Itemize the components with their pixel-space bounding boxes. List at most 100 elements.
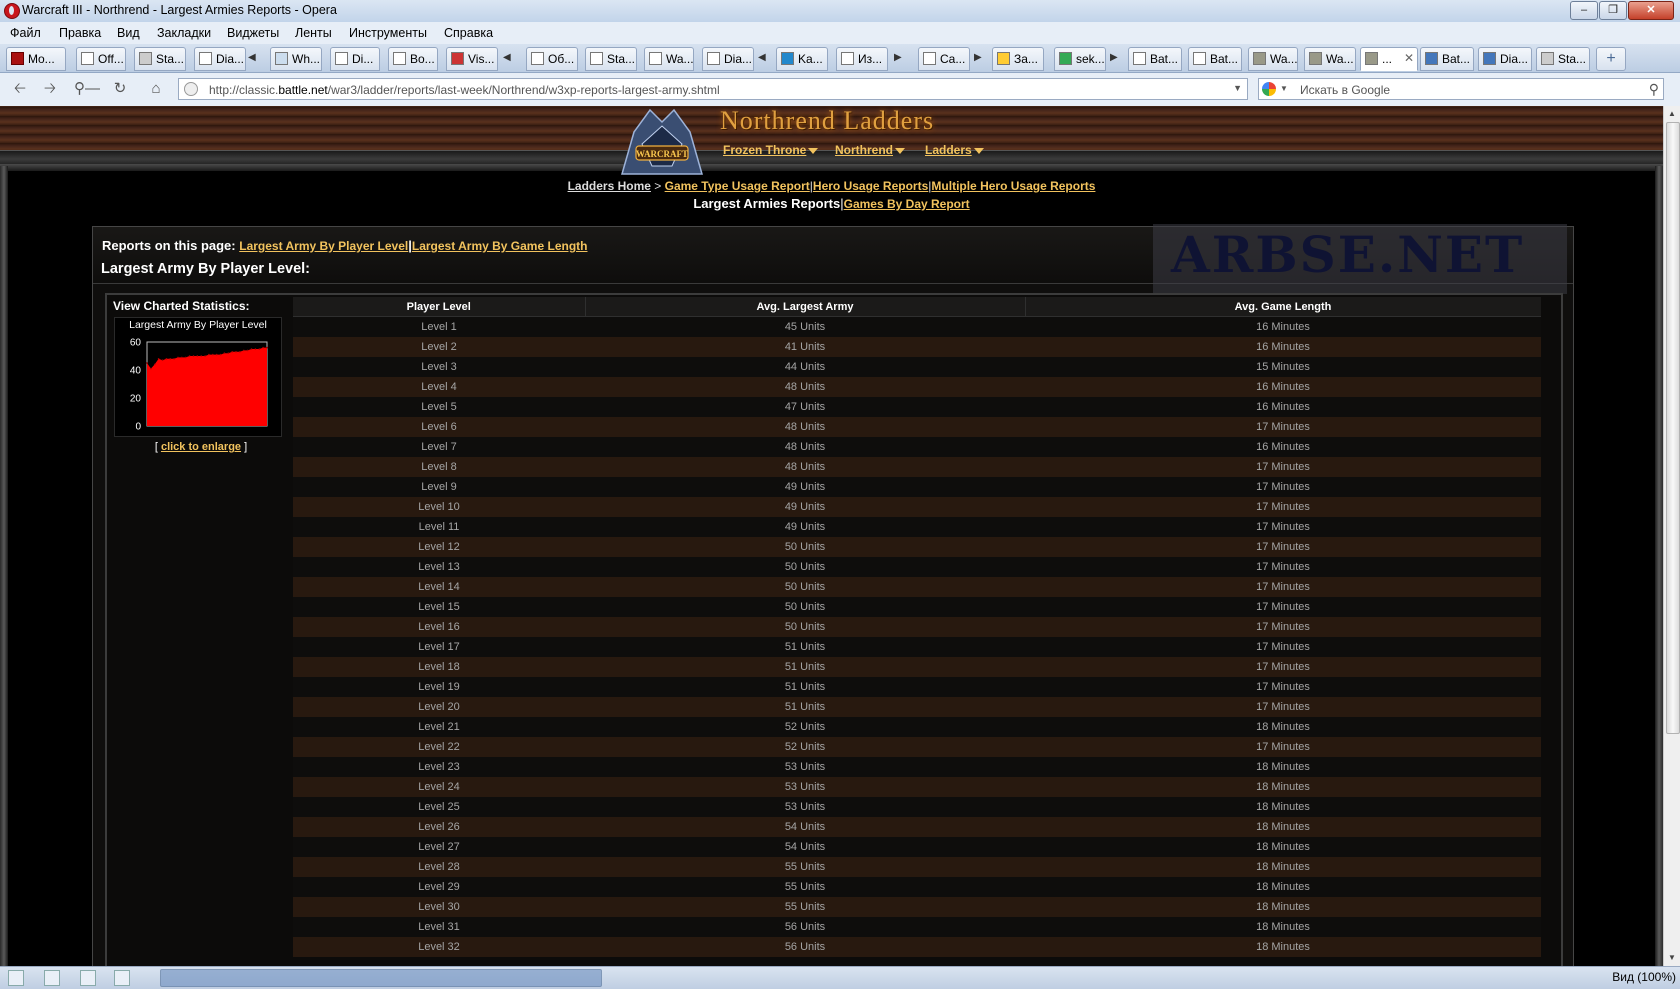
tab[interactable]: Sta... <box>134 47 186 71</box>
chart-point <box>184 356 187 359</box>
cell-avg-game-length: 17 Minutes <box>1025 597 1541 617</box>
cell-avg-largest-army: 48 Units <box>585 417 1025 437</box>
sync-icon[interactable] <box>44 970 60 986</box>
tab[interactable]: Wa... <box>1304 47 1356 71</box>
close-window-button[interactable]: ✕ <box>1628 1 1674 20</box>
link-multiple-hero-usage[interactable]: Multiple Hero Usage Reports <box>931 179 1095 193</box>
scroll-up-icon[interactable]: ▲ <box>1664 106 1680 122</box>
menu-feeds[interactable]: Ленты <box>295 26 332 40</box>
menu-widgets[interactable]: Виджеты <box>227 26 279 40</box>
close-tab-icon[interactable]: ✕ <box>1404 51 1414 65</box>
tab-favicon-icon <box>781 52 794 65</box>
nav-northrend[interactable]: Northrend <box>835 143 905 157</box>
tab-favicon-icon <box>275 52 288 65</box>
tab-scroll-right-icon[interactable]: ▶ <box>894 52 902 63</box>
link-largest-army-by-level[interactable]: Largest Army By Player Level <box>239 239 408 253</box>
chevron-down-icon[interactable]: ▼ <box>1233 83 1242 93</box>
wand-key-icon[interactable]: ⚲― <box>72 78 102 100</box>
tab[interactable]: sek... <box>1054 47 1106 71</box>
minimize-button[interactable]: – <box>1570 1 1598 20</box>
tab[interactable]: Wa... <box>644 47 694 71</box>
cell-player-level: Level 22 <box>293 737 585 757</box>
tab[interactable]: Sta... <box>585 47 637 71</box>
frame-left <box>0 166 8 966</box>
tab[interactable]: Об... <box>526 47 578 71</box>
tab[interactable]: Dia... <box>1478 47 1532 71</box>
cell-avg-game-length: 16 Minutes <box>1025 337 1541 357</box>
home-icon[interactable]: ⌂ <box>144 78 168 100</box>
table-row: Level 14 50 Units 17 Minutes <box>293 577 1541 597</box>
tab[interactable]: Wa... <box>1248 47 1298 71</box>
zoom-level[interactable]: Вид (100%) <box>1612 970 1676 984</box>
click-to-enlarge-link[interactable]: click to enlarge <box>161 441 241 453</box>
page-viewport: WARCRAFT Northrend Ladders Frozen Throne… <box>0 106 1663 966</box>
menu-file[interactable]: Файл <box>10 26 41 40</box>
menu-view[interactable]: Вид <box>117 26 140 40</box>
forward-icon[interactable]: 🡢 <box>38 78 62 100</box>
tab[interactable]: Ca... <box>918 47 970 71</box>
tab-active[interactable]: ... ✕ <box>1360 47 1418 71</box>
tab-favicon-icon <box>1133 52 1146 65</box>
menu-bookmarks[interactable]: Закладки <box>157 26 211 40</box>
back-icon[interactable]: 🡠 <box>8 78 32 100</box>
chart-column: View Charted Statistics: Largest Army By… <box>109 297 289 966</box>
tab[interactable]: Sta... <box>1536 47 1590 71</box>
tab[interactable]: Mo... <box>6 47 66 71</box>
tab[interactable]: Wh... <box>270 47 322 71</box>
tab[interactable]: Из... <box>836 47 888 71</box>
tab-scroll-left-icon[interactable]: ◀ <box>248 52 256 63</box>
cell-avg-game-length: 18 Minutes <box>1025 817 1541 837</box>
menu-help[interactable]: Справка <box>444 26 493 40</box>
tab[interactable]: За... <box>992 47 1044 71</box>
menu-edit[interactable]: Правка <box>59 26 101 40</box>
scroll-down-icon[interactable]: ▼ <box>1664 950 1680 966</box>
chart-point <box>150 367 152 370</box>
cell-avg-largest-army: 50 Units <box>585 597 1025 617</box>
reload-icon[interactable]: ↻ <box>108 78 132 100</box>
unite-icon[interactable] <box>80 970 96 986</box>
link-hero-usage[interactable]: Hero Usage Reports <box>813 179 928 193</box>
tab[interactable]: Dia... <box>194 47 246 71</box>
search-icon[interactable]: ⚲ <box>1649 81 1659 98</box>
tab[interactable]: Di... <box>330 47 380 71</box>
menu-tools[interactable]: Инструменты <box>349 26 427 40</box>
link-game-type-usage[interactable]: Game Type Usage Report <box>665 179 810 193</box>
tab[interactable]: Off... <box>76 47 126 71</box>
google-icon[interactable] <box>1262 82 1276 96</box>
address-field[interactable]: http://classic.battle.net/war3/ladder/re… <box>178 78 1248 100</box>
tab-scroll-left-icon[interactable]: ◀ <box>503 52 511 63</box>
link-largest-army-by-length[interactable]: Largest Army By Game Length <box>412 239 588 253</box>
tab[interactable]: Bat... <box>1128 47 1182 71</box>
link-games-by-day[interactable]: Games By Day Report <box>844 197 970 211</box>
nav-frozen-throne[interactable]: Frozen Throne <box>723 143 819 157</box>
tab[interactable]: Vis... <box>446 47 498 71</box>
tab[interactable]: Bat... <box>1188 47 1242 71</box>
tab-favicon-icon <box>1483 52 1496 65</box>
maximize-button[interactable]: ❐ <box>1599 1 1627 20</box>
new-tab-button[interactable]: + <box>1596 47 1626 71</box>
tab[interactable]: Bat... <box>1420 47 1474 71</box>
panel-toggle-icon[interactable] <box>8 970 24 986</box>
chart-thumbnail[interactable]: Largest Army By Player Level 60 40 20 0 <box>114 317 282 437</box>
tab[interactable]: Dia... <box>702 47 754 71</box>
warcraft-emblem-icon: WARCRAFT <box>621 108 703 175</box>
cell-avg-game-length: 18 Minutes <box>1025 777 1541 797</box>
chart-point <box>266 346 268 349</box>
search-field[interactable]: ▼ Искать в Google ⚲ <box>1258 78 1664 100</box>
tab-scroll-right-icon[interactable]: ▶ <box>1110 52 1118 63</box>
chevron-down-icon[interactable]: ▼ <box>1280 84 1288 93</box>
table-row: Level 30 55 Units 18 Minutes <box>293 897 1541 917</box>
cell-avg-game-length: 18 Minutes <box>1025 877 1541 897</box>
tab[interactable]: Ka... <box>776 47 828 71</box>
tab-scroll-left-icon[interactable]: ◀ <box>758 52 766 63</box>
crumb-ladders-home[interactable]: Ladders Home <box>568 179 651 193</box>
tab[interactable]: Bo... <box>388 47 438 71</box>
cell-avg-largest-army: 52 Units <box>585 737 1025 757</box>
nav-ladders[interactable]: Ladders <box>925 143 984 157</box>
tab-scroll-right-icon[interactable]: ▶ <box>974 52 982 63</box>
site-info-icon[interactable] <box>184 82 198 96</box>
turbo-icon[interactable] <box>114 970 130 986</box>
scrollbar-thumb[interactable] <box>1666 122 1680 734</box>
caret-down-icon <box>808 147 819 154</box>
page-scrollbar[interactable]: ▲ ▼ <box>1663 106 1680 966</box>
